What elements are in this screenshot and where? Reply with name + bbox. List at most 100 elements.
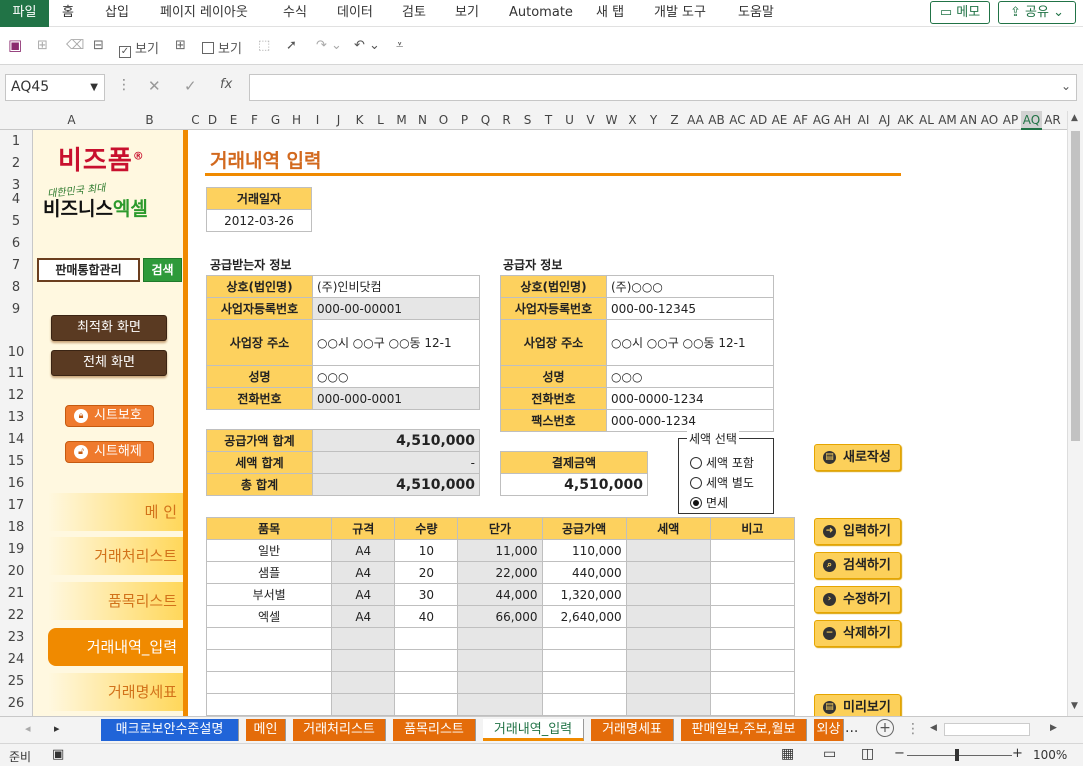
items-cell[interactable] (625, 605, 711, 628)
items-cell[interactable] (331, 649, 396, 672)
payment-amount[interactable]: 4,510,000 (500, 473, 648, 496)
column-header-ah[interactable]: AH (832, 111, 853, 130)
items-cell[interactable] (457, 671, 543, 694)
prev-sheet-icon[interactable]: ◂ (25, 722, 31, 735)
column-header-ak[interactable]: AK (895, 111, 916, 130)
items-cell[interactable] (205, 649, 333, 672)
column-header-ap[interactable]: AP (1000, 111, 1021, 130)
column-header-aq[interactable]: AQ (1021, 111, 1042, 130)
items-cell[interactable]: 샘플 (205, 561, 333, 584)
row-header-11[interactable]: 11 (0, 366, 32, 381)
tab-automate[interactable]: Automate (509, 0, 573, 27)
column-header-f[interactable]: F (244, 111, 265, 130)
row-header-21[interactable]: 21 (0, 586, 32, 601)
redo-icon[interactable]: ↷ ⌄ (316, 38, 342, 53)
next-sheet-icon[interactable]: ▸ (54, 722, 60, 735)
column-header-a[interactable]: A (33, 111, 110, 130)
column-header-d[interactable]: D (202, 111, 223, 130)
input-button[interactable]: ➜ 입력하기 (814, 518, 901, 545)
items-cell[interactable] (457, 627, 543, 650)
sheet-tab[interactable]: 매크로보안수준설명 (101, 719, 239, 741)
supplier-owner[interactable]: ○○○ (606, 365, 774, 388)
normal-view-icon[interactable]: ▦ (781, 746, 794, 762)
sheet-tab[interactable]: 판매일보,주보,월보 (681, 719, 807, 741)
row-header-7[interactable]: 7 (0, 258, 32, 273)
column-header-ag[interactable]: AG (811, 111, 832, 130)
save-icon[interactable]: ▣ (8, 36, 22, 54)
column-header-k[interactable]: K (349, 111, 370, 130)
page-break-view-icon[interactable]: ◫ (861, 746, 874, 762)
search-button[interactable]: 검색 (143, 258, 182, 282)
items-cell[interactable] (709, 561, 796, 584)
page-layout-view-icon[interactable]: ▭ (823, 746, 836, 762)
enter-icon[interactable]: ✓ (184, 77, 197, 95)
items-cell[interactable] (709, 649, 796, 672)
items-cell[interactable]: 44,000 (457, 583, 543, 606)
row-header-12[interactable]: 12 (0, 388, 32, 403)
supplier-fax[interactable]: 000-000-1234 (606, 409, 774, 432)
items-cell[interactable] (541, 693, 627, 716)
row-header-10[interactable]: 10 (0, 345, 32, 360)
add-sheet-icon[interactable]: + (876, 719, 894, 737)
items-cell[interactable]: 20 (394, 561, 459, 584)
items-cell[interactable]: 10 (394, 539, 459, 562)
name-box[interactable]: AQ45 ▼ (5, 74, 105, 101)
column-header-m[interactable]: M (391, 111, 412, 130)
column-header-ar[interactable]: AR (1042, 111, 1063, 130)
row-header-5[interactable]: 5 (0, 214, 32, 229)
menu-customer-list[interactable]: 거래처리스트 (48, 537, 183, 575)
items-cell[interactable] (625, 693, 711, 716)
clear-format-icon[interactable]: ⌫ (66, 38, 84, 53)
column-header-aj[interactable]: AJ (874, 111, 895, 130)
column-header-am[interactable]: AM (937, 111, 958, 130)
row-header-22[interactable]: 22 (0, 608, 32, 623)
horizontal-scroll-thumb[interactable] (944, 723, 1030, 736)
more-sheets[interactable]: ... (845, 720, 858, 736)
optimal-view-button[interactable]: 최적화 화면 (51, 315, 167, 341)
scroll-up-icon[interactable]: ▲ (1071, 113, 1078, 123)
column-header-ao[interactable]: AO (979, 111, 1000, 130)
column-header-r[interactable]: R (496, 111, 517, 130)
items-cell[interactable] (709, 583, 796, 606)
share-button[interactable]: ⇪ 공유 ⌄ (998, 1, 1076, 24)
radio-tax-excluded[interactable]: 세액 별도 (690, 474, 754, 491)
items-cell[interactable]: 30 (394, 583, 459, 606)
radio-tax-included[interactable]: 세액 포함 (690, 454, 754, 471)
supplier-reg[interactable]: 000-00-12345 (606, 297, 774, 320)
items-cell[interactable] (394, 627, 459, 650)
items-cell[interactable] (709, 539, 796, 562)
items-cell[interactable] (457, 693, 543, 716)
row-header-16[interactable]: 16 (0, 476, 32, 491)
formula-input[interactable]: ⌄ (249, 74, 1077, 101)
column-header-l[interactable]: L (370, 111, 391, 130)
undo-icon[interactable]: ↶ ⌄ (354, 38, 380, 53)
menu-statement[interactable]: 거래명세표 (48, 673, 183, 711)
hscroll-right-icon[interactable]: ▶ (1050, 723, 1057, 733)
items-cell[interactable]: 11,000 (457, 539, 543, 562)
tab-help[interactable]: 도움말 (738, 0, 774, 27)
items-cell[interactable] (394, 693, 459, 716)
items-cell[interactable] (541, 671, 627, 694)
row-header-13[interactable]: 13 (0, 410, 32, 425)
row-header-23[interactable]: 23 (0, 630, 32, 645)
row-header-4[interactable]: 4 (0, 192, 32, 207)
items-cell[interactable]: 2,640,000 (541, 605, 627, 628)
column-header-af[interactable]: AF (790, 111, 811, 130)
freeze-panes-icon[interactable]: ⊟ (93, 38, 104, 53)
zoom-slider[interactable] (907, 755, 1012, 756)
row-header-15[interactable]: 15 (0, 454, 32, 469)
supplier-name[interactable]: (주)○○○ (606, 275, 774, 298)
sheet-tab[interactable]: 거래처리스트 (293, 719, 386, 741)
menu-transaction-input[interactable]: 거래내역_입력 (48, 628, 183, 666)
radio-tax-exempt[interactable]: 면세 (690, 494, 728, 511)
column-header-al[interactable]: AL (916, 111, 937, 130)
sheet-tab[interactable]: 메인 (246, 719, 286, 741)
unprotect-sheet-button[interactable]: 🔓︎ 시트해제 (65, 441, 154, 463)
row-header-26[interactable]: 26 (0, 696, 32, 711)
tab-new[interactable]: 새 탭 (596, 0, 624, 27)
zoom-out-icon[interactable]: − (894, 746, 905, 761)
cancel-icon[interactable]: ✕ (148, 77, 161, 95)
tab-splitter-icon[interactable]: ⋮ (906, 721, 920, 737)
memo-button[interactable]: ▭ 메모 (930, 1, 990, 24)
vertical-scrollbar[interactable]: ▲ ▼ (1067, 111, 1083, 716)
